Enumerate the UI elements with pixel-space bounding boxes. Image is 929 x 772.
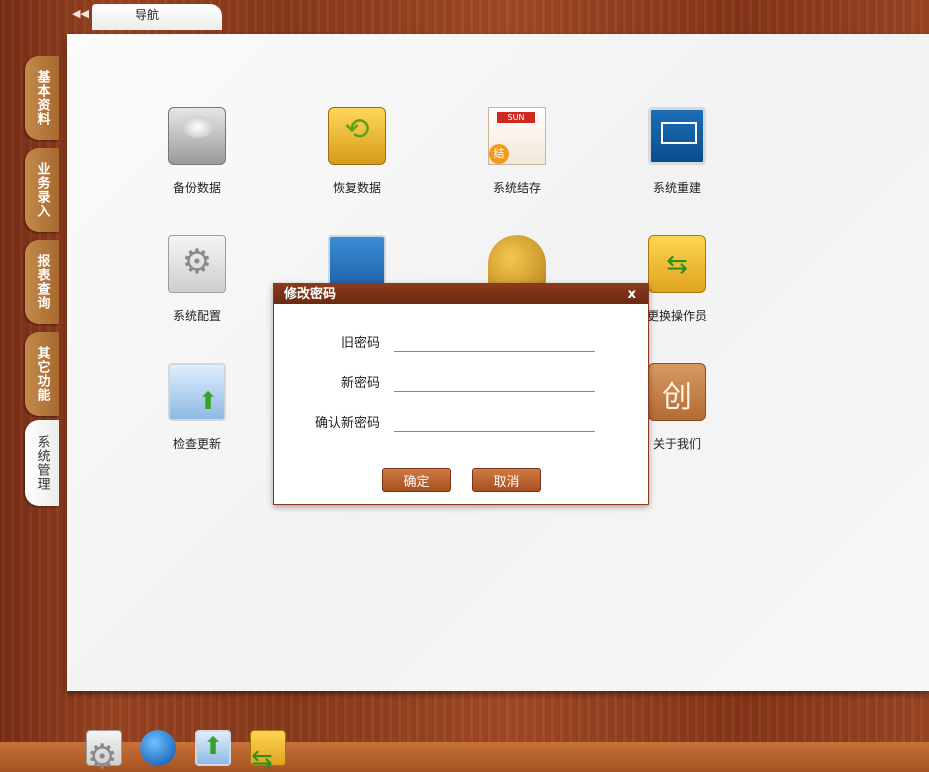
dock-update-icon[interactable] bbox=[195, 730, 231, 766]
ok-button[interactable]: 确定 bbox=[382, 468, 451, 492]
tile-check-update[interactable]: 检查更新 bbox=[147, 363, 247, 452]
update-icon bbox=[168, 363, 226, 421]
tile-label: 检查更新 bbox=[172, 437, 221, 451]
dock-switch-operator-icon[interactable] bbox=[250, 730, 286, 772]
tile-system-config[interactable]: 系统配置 bbox=[147, 235, 247, 324]
confirm-password-label: 确认新密码 bbox=[314, 416, 380, 431]
dock-gear-icon[interactable] bbox=[86, 730, 122, 772]
backup-disk-icon bbox=[168, 107, 226, 165]
new-password-field[interactable] bbox=[394, 368, 595, 392]
old-password-field[interactable] bbox=[394, 328, 595, 352]
cancel-button[interactable]: 取消 bbox=[472, 468, 541, 492]
tab-navigation-label: 导航 bbox=[134, 8, 159, 22]
tile-backup-data[interactable]: 备份数据 bbox=[147, 107, 247, 196]
tab-navigation[interactable]: 导航 bbox=[92, 4, 222, 30]
tile-restore-data[interactable]: 恢复数据 bbox=[307, 107, 407, 196]
side-tab-label: 其它功能 bbox=[34, 346, 50, 402]
change-password-dialog: 修改密码 x 旧密码 新密码 确认新密码 确定 取消 bbox=[273, 283, 649, 505]
side-tab-system-management[interactable]: 系统管理 bbox=[25, 420, 59, 506]
switch-operator-icon bbox=[648, 235, 706, 293]
side-tab-label: 系统管理 bbox=[34, 435, 50, 491]
restore-icon bbox=[328, 107, 386, 165]
tile-label: 系统结存 bbox=[492, 181, 541, 195]
side-tab-label: 业务录入 bbox=[34, 162, 50, 218]
close-icon[interactable]: x bbox=[628, 284, 636, 306]
tile-system-rebuild[interactable]: 系统重建 bbox=[627, 107, 727, 196]
old-password-row: 旧密码 bbox=[274, 328, 650, 352]
dialog-title-bar: 修改密码 x bbox=[274, 284, 648, 304]
confirm-password-row: 确认新密码 bbox=[274, 408, 650, 432]
gear-icon bbox=[168, 235, 226, 293]
dialog-title: 修改密码 bbox=[284, 287, 337, 302]
tile-label: 恢复数据 bbox=[332, 181, 381, 195]
new-password-label: 新密码 bbox=[340, 376, 380, 391]
tile-label: 备份数据 bbox=[172, 181, 221, 195]
monitor-rebuild-icon bbox=[648, 107, 706, 165]
side-tab-label: 报表查询 bbox=[34, 254, 50, 310]
about-create-icon bbox=[648, 363, 706, 421]
side-tab-label: 基本资料 bbox=[34, 70, 50, 126]
tile-system-closing[interactable]: 系统结存 bbox=[467, 107, 567, 196]
confirm-password-field[interactable] bbox=[394, 408, 595, 432]
tile-label: 系统重建 bbox=[652, 181, 701, 195]
side-tab-basic-data[interactable]: 基本资料 bbox=[25, 56, 59, 140]
collapse-nav-icon[interactable]: ◀◀ bbox=[72, 7, 89, 21]
side-tab-business-entry[interactable]: 业务录入 bbox=[25, 148, 59, 232]
tile-label: 系统配置 bbox=[172, 309, 221, 323]
new-password-row: 新密码 bbox=[274, 368, 650, 392]
side-tab-report-query[interactable]: 报表查询 bbox=[25, 240, 59, 324]
side-tab-other-functions[interactable]: 其它功能 bbox=[25, 332, 59, 416]
closing-document-icon bbox=[488, 107, 546, 165]
old-password-label: 旧密码 bbox=[340, 336, 380, 351]
dock-globe-update-icon[interactable] bbox=[140, 730, 176, 766]
